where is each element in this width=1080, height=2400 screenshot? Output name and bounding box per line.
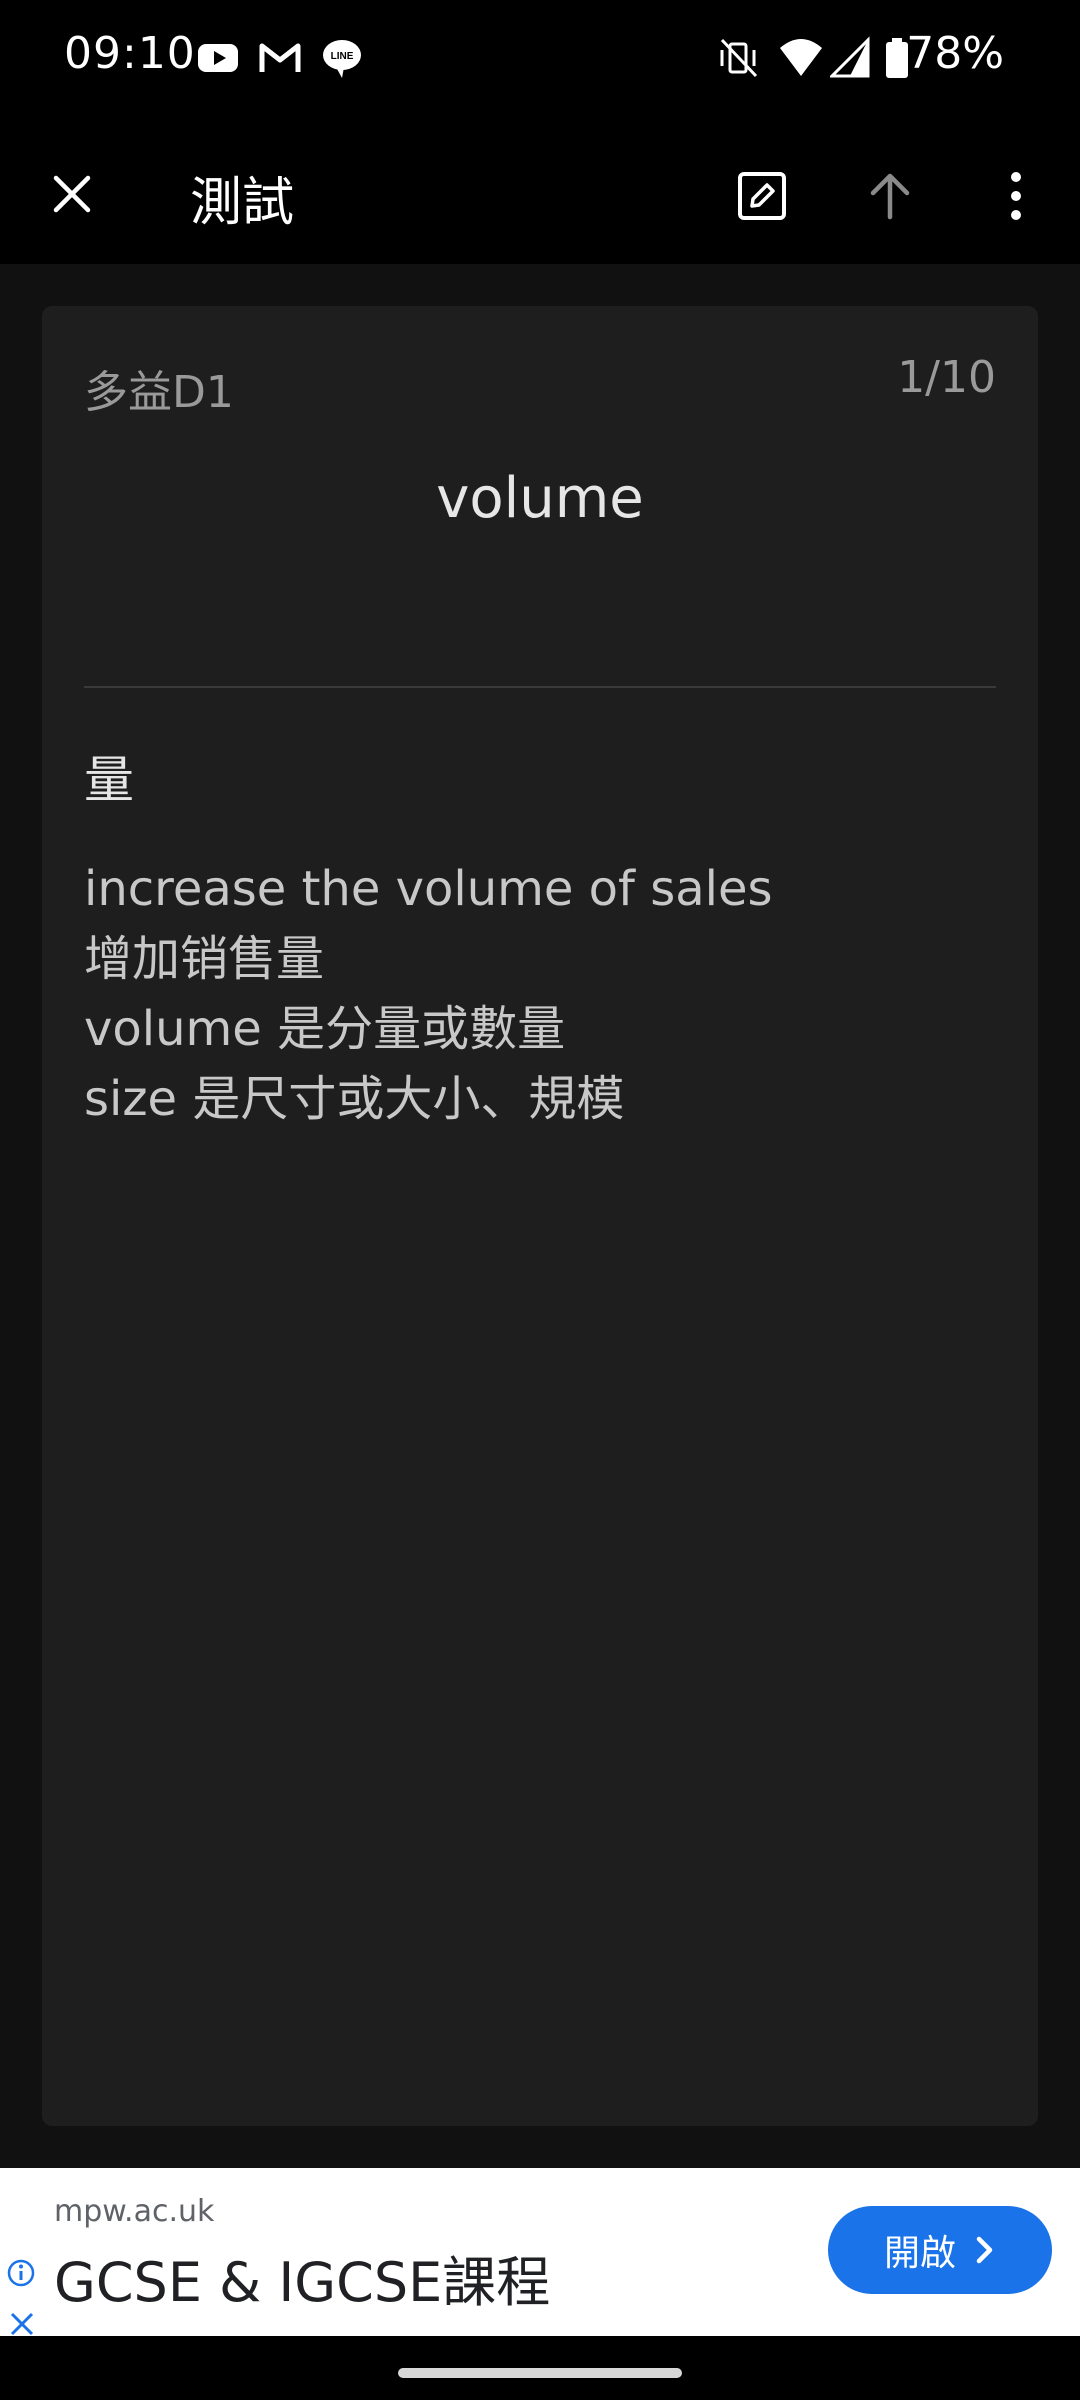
close-icon <box>53 175 91 213</box>
status-time: 09:10 <box>64 28 196 79</box>
chevron-right-icon <box>976 2236 993 2264</box>
upload-button[interactable] <box>852 158 928 234</box>
svg-text:LINE: LINE <box>331 51 354 62</box>
note-line: increase the volume of sales <box>84 861 773 917</box>
signal-icon <box>830 36 870 78</box>
note-line: 增加销售量 <box>84 931 325 987</box>
ad-banner[interactable]: mpw.ac.uk GCSE & IGCSE課程 開啟 <box>0 2168 1080 2336</box>
card-divider <box>84 686 996 688</box>
wifi-icon <box>780 39 822 76</box>
ad-title[interactable]: GCSE & IGCSE課程 <box>54 2238 550 2317</box>
edit-icon <box>738 172 786 220</box>
edit-button[interactable] <box>724 158 800 234</box>
gmail-icon <box>259 43 301 72</box>
youtube-icon <box>198 44 238 72</box>
more-options-button[interactable] <box>978 158 1054 234</box>
ad-open-button[interactable]: 開啟 <box>828 2206 1052 2294</box>
card-front-text: volume <box>436 466 644 531</box>
close-button[interactable] <box>36 158 108 230</box>
line-icon: LINE <box>323 40 361 78</box>
ad-domain: mpw.ac.uk <box>54 2194 215 2229</box>
more-vert-icon <box>1011 172 1021 220</box>
card-notes: increase the volume of sales 增加销售量 volum… <box>84 854 773 1134</box>
app-bar: 測試 <box>0 118 1080 264</box>
battery-percent: 78% <box>906 28 1004 79</box>
note-line: size 是尺寸或大小、規模 <box>84 1071 625 1127</box>
ad-info-icon[interactable] <box>6 2258 36 2288</box>
card-counter: 1/10 <box>897 352 996 403</box>
deck-name: 多益D1 <box>84 367 234 418</box>
home-gesture-handle[interactable] <box>398 2368 682 2378</box>
flashcard[interactable]: 多益D1 1/10 volume 量 increase the volume o… <box>42 306 1038 2126</box>
navigation-bar <box>0 2336 1080 2400</box>
ad-open-label: 開啟 <box>883 2233 956 2274</box>
vibrate-off-icon <box>720 38 758 78</box>
arrow-up-icon <box>870 173 910 220</box>
status-bar: 09:10 LINE 78% <box>0 0 1080 118</box>
card-back-text: 量 <box>84 751 134 809</box>
page-title: 測試 <box>190 173 295 233</box>
note-line: volume 是分量或數量 <box>84 1001 566 1057</box>
ad-close-icon[interactable] <box>8 2310 36 2338</box>
